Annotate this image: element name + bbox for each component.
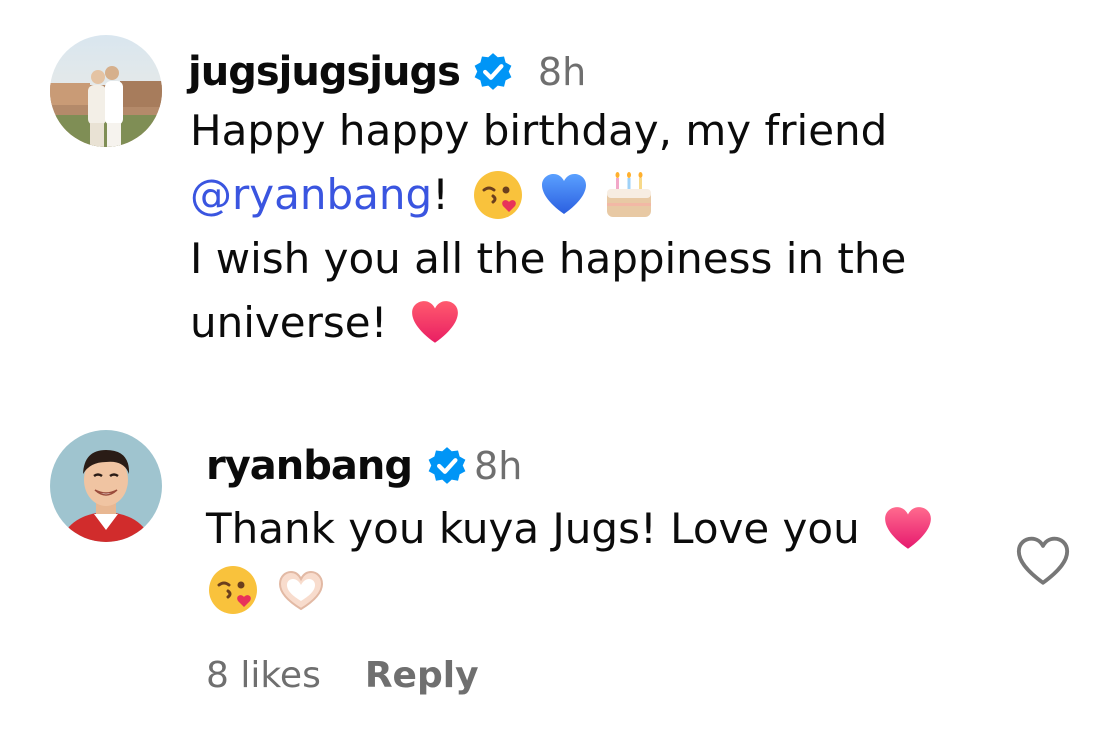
timestamp: 8h	[537, 50, 587, 94]
likes-count[interactable]: 8 likes	[206, 655, 321, 696]
comment-text: I wish you all the happiness in the	[190, 234, 907, 283]
mention-link[interactable]: @ryanbang	[190, 165, 432, 225]
comment-header: jugsjugsjugs 8h	[188, 42, 586, 102]
reply-button[interactable]: Reply	[365, 655, 479, 696]
comment-header: ryanbang 8h	[206, 436, 522, 496]
comment-text-line: Thank you kuya Jugs! Love you	[206, 499, 934, 559]
avatar-jugsjugsjugs[interactable]	[50, 35, 162, 147]
comment-text: universe!	[190, 298, 388, 347]
like-heart-icon[interactable]	[1014, 532, 1072, 590]
comment-text: !	[432, 170, 449, 219]
verified-badge-icon	[474, 53, 512, 90]
comment-thread: jugsjugsjugs 8h Happy happy birthday, my…	[0, 0, 1120, 748]
comment-text-line: Happy happy birthday, my friend	[190, 101, 887, 161]
comment-text: Happy happy birthday, my friend	[190, 106, 888, 155]
heart-hands-icon	[278, 570, 324, 611]
birthday-cake-icon	[607, 172, 651, 217]
timestamp: 8h	[474, 444, 523, 488]
username[interactable]: jugsjugsjugs	[188, 49, 461, 95]
red-heart-icon	[412, 301, 459, 343]
verified-badge-icon	[428, 447, 466, 484]
avatar-ryanbang[interactable]	[50, 430, 162, 542]
comment-text-line: I wish you all the happiness in the	[190, 229, 906, 289]
username[interactable]: ryanbang	[206, 443, 413, 489]
kissing-face-icon	[209, 566, 257, 614]
comment-text: Thank you kuya Jugs! Love you	[206, 504, 860, 553]
blue-heart-icon	[542, 174, 586, 214]
comment-meta: 8 likes Reply	[206, 655, 479, 696]
comment-text-line	[206, 563, 328, 617]
comment-text-line: @ryanbang !	[190, 165, 655, 225]
kissing-face-icon	[474, 171, 522, 219]
comment-text-line: universe!	[190, 293, 461, 353]
pink-heart-icon	[884, 507, 931, 549]
